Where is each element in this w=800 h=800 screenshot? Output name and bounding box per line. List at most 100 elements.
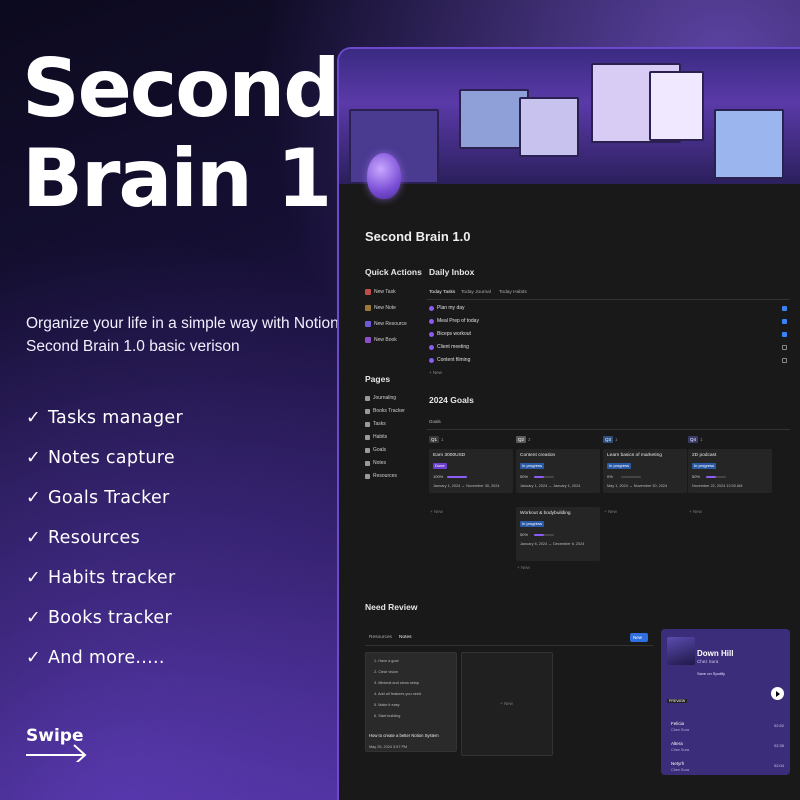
need-review-title: Need Review [365,602,418,612]
quarter-count: 1 [441,437,444,442]
song-artist: Chez Sura [697,659,719,664]
new-goal-link[interactable]: + New [517,565,530,570]
track-name[interactable]: Netyrh [671,761,684,766]
track-duration: 02:04 [774,763,785,768]
note-card[interactable]: 1. Have a goal 2. Clear vision 3. Minima… [365,652,457,752]
task-row[interactable]: Biceps workout [429,331,471,337]
page-icon [365,408,370,414]
quarter-count: 1 [700,437,703,442]
task-icon [365,289,371,295]
goals-title: 2024 Goals [429,395,474,405]
tab-resources[interactable]: Resources [369,635,392,640]
goals-view-tab[interactable]: Goals [429,419,441,424]
new-goal-link[interactable]: + New [689,509,702,514]
task-status-icon [429,318,434,324]
page-icon [365,395,370,401]
new-button[interactable]: New [630,633,648,642]
new-note-placeholder[interactable]: + New [461,652,553,756]
progress-bar [534,476,554,478]
arrow-right-icon [26,744,87,762]
notion-app-window: Second Brain 1.0 Quick Actions New Task … [337,47,800,800]
page-icon [365,447,370,453]
sidebar-item-journaling[interactable]: Journaling [365,395,396,401]
tab-notes[interactable]: Notes [399,635,412,640]
check-icon: ✓ [26,568,41,588]
goal-card[interactable]: Workout & bodybuilding In progress 50% J… [516,507,600,561]
goal-card[interactable]: 2D podcast In progress 50% November 22, … [688,449,772,493]
status-badge: In progress [520,463,545,469]
task-checkbox[interactable] [782,306,787,311]
check-icon: ✓ [26,488,41,508]
quick-action-new-book[interactable]: New Book [365,335,397,345]
track-artist: Chez Sura [671,748,689,752]
track-name[interactable]: Felicia [671,721,684,726]
track-duration: 02:52 [774,723,785,728]
book-icon [365,337,371,343]
tab-today-tasks[interactable]: Today Tasks [429,290,455,295]
status-badge: Done [433,463,447,469]
goal-card[interactable]: Learn basics of marketing In progress 0%… [603,449,687,493]
sidebar-item-resources[interactable]: Resources [365,473,397,479]
track-artist: Chez Sura [671,768,689,772]
song-title: Down Hill [697,649,734,658]
sidebar-item-notes[interactable]: Notes [365,460,386,466]
check-icon: ✓ [26,448,41,468]
task-row[interactable]: Meal Prep of today [429,318,479,324]
feature-item: ✓ Habits tracker [26,568,176,588]
track-artist: Chez Sura [671,728,689,732]
quarter-count: 2 [528,437,531,442]
play-icon[interactable] [771,687,784,700]
goal-card[interactable]: Earn 3000USD Done 100% January 1, 2024 →… [429,449,513,493]
task-status-icon [429,331,434,337]
page-icon [365,460,370,466]
check-icon: ✓ [26,648,41,668]
feature-item: ✓ Notes capture [26,448,175,468]
tab-today-habits[interactable]: Today Habits [499,290,527,295]
goal-card[interactable]: Content creation In progress 50% January… [516,449,600,493]
quarter-label: Q2 [516,436,527,443]
brain-icon [367,153,401,199]
sidebar-item-goals[interactable]: Goals [365,447,386,453]
page-icon [365,421,370,427]
task-checkbox[interactable] [782,332,787,337]
sidebar-item-tasks[interactable]: Tasks [365,421,386,427]
quick-action-new-note[interactable]: New Note [365,303,396,313]
task-row[interactable]: Plan my day [429,305,465,311]
progress-bar [447,476,467,478]
status-badge: In progress [520,521,545,527]
task-checkbox[interactable] [782,345,787,350]
quarter-label: Q3 [603,436,614,443]
new-goal-link[interactable]: + New [430,509,443,514]
quick-actions-title: Quick Actions [365,267,422,277]
check-icon: ✓ [26,608,41,628]
progress-bar [621,476,641,478]
new-goal-link[interactable]: + New [604,509,617,514]
save-on-spotify-link[interactable]: Save on Spotify [697,671,725,676]
check-icon: ✓ [26,528,41,548]
sidebar-item-books-tracker[interactable]: Books Tracker [365,408,405,414]
daily-inbox-title: Daily Inbox [429,267,475,277]
quarter-label: Q4 [688,436,699,443]
pages-title: Pages [365,374,391,384]
feature-list: ✓ Tasks manager ✓ Notes capture ✓ Goals Tra… [26,408,183,688]
swipe-cta[interactable]: Swipe [26,726,87,762]
tab-today-journal[interactable]: Today Journal [461,290,491,295]
task-checkbox[interactable] [782,319,787,324]
quick-action-new-task[interactable]: New Task [365,287,396,297]
page-icon [365,473,370,479]
task-status-icon [429,344,434,350]
task-status-icon [429,305,434,311]
spotify-embed[interactable]: Down Hill Chez Sura Save on Spotify PREV… [661,629,790,775]
task-status-icon [429,357,434,363]
resource-icon [365,321,371,327]
status-badge: In progress [607,463,632,469]
new-task-link[interactable]: + New [429,370,442,375]
task-row[interactable]: Content filming [429,357,470,363]
task-checkbox[interactable] [782,358,787,363]
page-icon [365,434,370,440]
track-name[interactable]: Altera [671,741,683,746]
sidebar-item-habits[interactable]: Habits [365,434,387,440]
status-badge: In progress [692,463,717,469]
task-row[interactable]: Client meeting [429,344,469,350]
quick-action-new-resource[interactable]: New Resource [365,319,407,329]
